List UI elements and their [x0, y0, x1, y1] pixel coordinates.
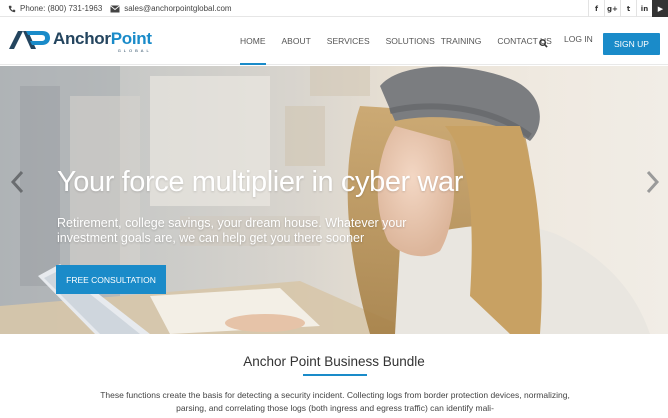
chevron-left-icon[interactable] — [10, 170, 24, 194]
section-title: Anchor Point Business Bundle — [243, 354, 425, 369]
contact-info: Phone: (800) 731-1963 sales@anchorpointg… — [8, 0, 240, 17]
signup-button[interactable]: SIGN UP — [603, 33, 660, 55]
chevron-right-icon[interactable] — [646, 170, 660, 194]
nav-services[interactable]: SERVICES — [327, 17, 370, 65]
envelope-icon — [110, 4, 121, 12]
search-icon[interactable] — [539, 39, 548, 48]
email-link[interactable]: sales@anchorpointglobal.com — [124, 4, 231, 13]
top-bar: Phone: (800) 731-1963 sales@anchorpointg… — [0, 0, 668, 17]
nav-solutions[interactable]: SOLUTIONS — [386, 17, 435, 65]
logo-text: AnchorPoint GLOBAL — [53, 30, 152, 53]
hero-title: Your force multiplier in cyber war — [57, 166, 463, 198]
email-contact: sales@anchorpointglobal.com — [110, 4, 232, 13]
linkedin-icon[interactable]: in — [636, 0, 652, 17]
main-header: AnchorPoint GLOBAL HOME ABOUT SERVICES S… — [0, 17, 668, 65]
login-link[interactable]: LOG IN — [564, 34, 593, 44]
phone-contact: Phone: (800) 731-1963 — [8, 4, 102, 13]
brand-name-part2: Point — [110, 29, 152, 48]
social-links: f g+ t in ▶ — [588, 0, 668, 17]
nav-training[interactable]: TRAINING — [441, 17, 482, 65]
youtube-icon[interactable]: ▶ — [652, 0, 668, 17]
primary-nav: HOME ABOUT SERVICES SOLUTIONS TRAINING C… — [240, 17, 568, 65]
facebook-icon[interactable]: f — [588, 0, 604, 17]
anchor-point-logo-icon — [9, 31, 50, 49]
brand-name: AnchorPoint — [53, 30, 152, 47]
phone-icon — [8, 5, 16, 12]
section-divider — [303, 374, 367, 376]
hero-subtitle: Retirement, college savings, your dream … — [57, 216, 407, 245]
logo[interactable]: AnchorPoint GLOBAL — [9, 30, 152, 53]
brand-name-part1: Anchor — [53, 29, 111, 48]
nav-about[interactable]: ABOUT — [282, 17, 311, 65]
hero-slider: Your force multiplier in cyber war Retir… — [0, 66, 668, 334]
google-plus-icon[interactable]: g+ — [604, 0, 620, 17]
phone-text[interactable]: Phone: (800) 731-1963 — [20, 4, 102, 13]
free-consultation-button[interactable]: FREE CONSULTATION — [56, 265, 166, 294]
twitter-icon[interactable]: t — [620, 0, 636, 17]
brand-tagline: GLOBAL — [117, 48, 152, 53]
section-body: These functions create the basis for det… — [100, 390, 570, 413]
nav-home[interactable]: HOME — [240, 17, 266, 65]
